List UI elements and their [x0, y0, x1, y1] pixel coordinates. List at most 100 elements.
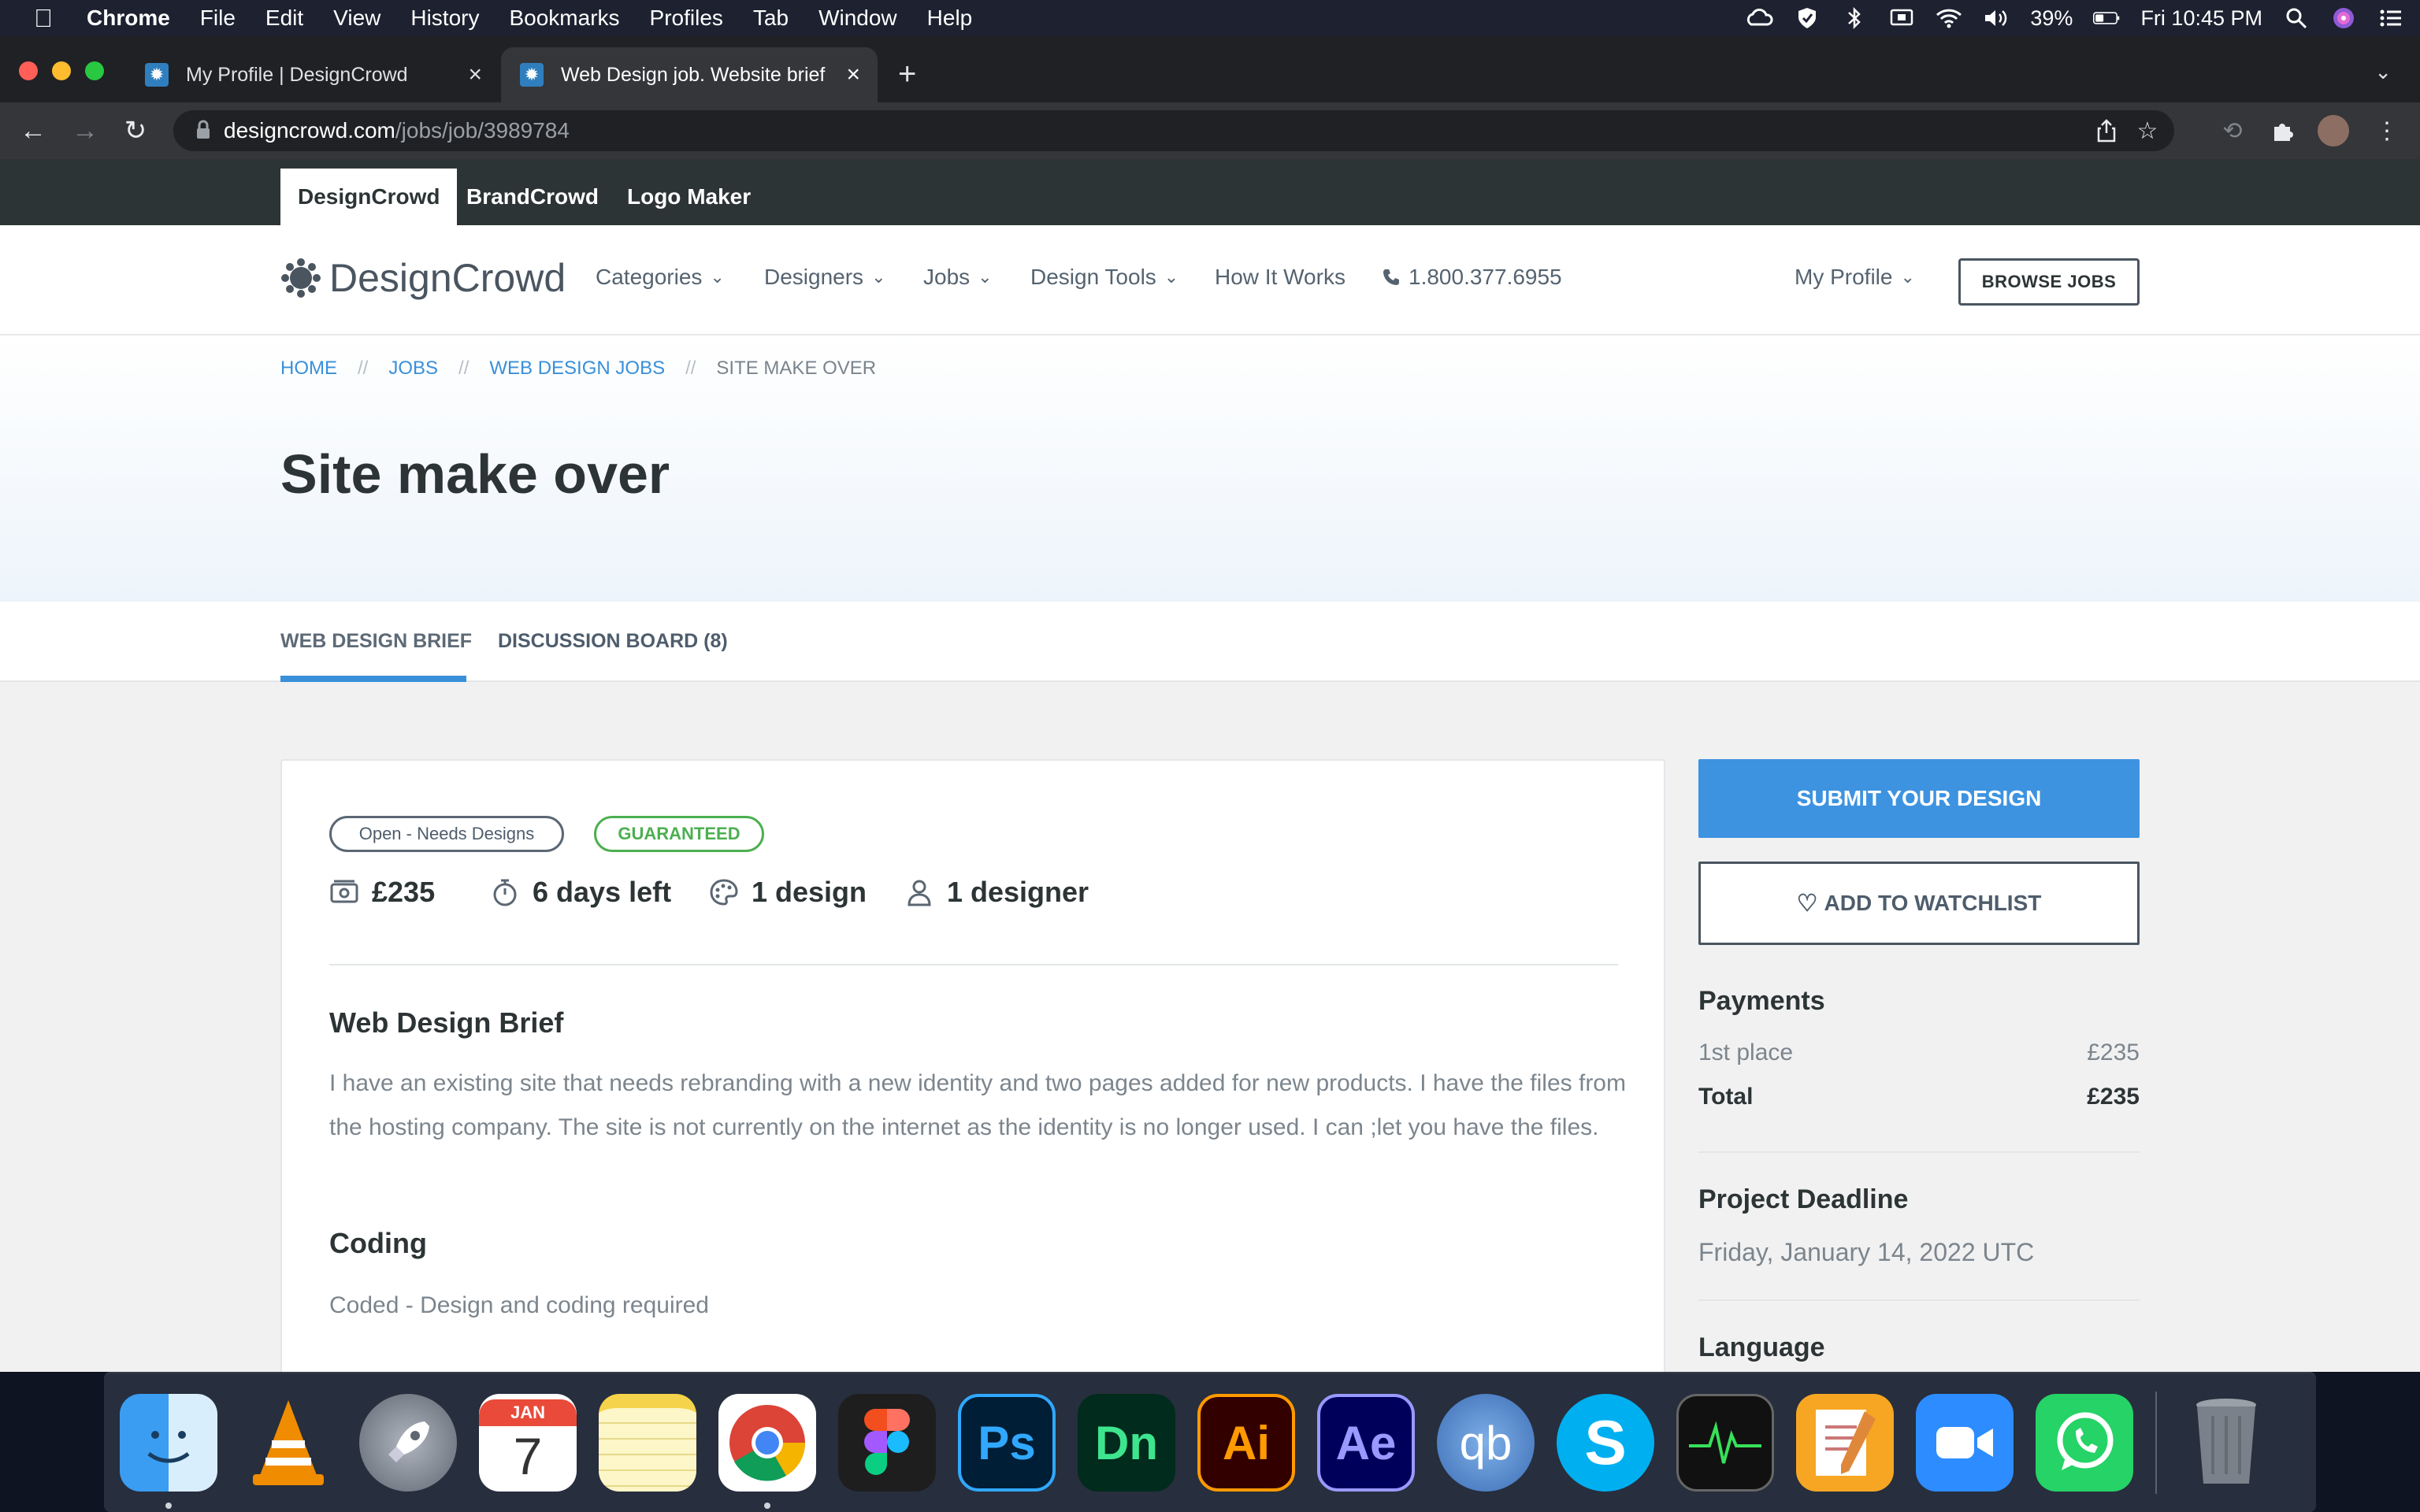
menu-tab[interactable]: Tab	[753, 6, 789, 31]
calendar-icon[interactable]: JAN 7	[479, 1394, 577, 1492]
spotlight-search-icon[interactable]	[2283, 6, 2310, 30]
designers-value: 1 designer	[947, 876, 1089, 908]
nav-design-tools[interactable]: Design Tools ⌄	[1030, 265, 1178, 290]
nav-jobs[interactable]: Jobs ⌄	[923, 265, 993, 290]
zoom-icon[interactable]	[1916, 1394, 2014, 1492]
submit-design-button[interactable]: SUBMIT YOUR DESIGN	[1698, 759, 2140, 838]
pages-icon[interactable]	[1796, 1394, 1894, 1492]
reload-icon[interactable]: ↻	[118, 113, 153, 148]
forward-arrow-icon[interactable]: →	[68, 113, 102, 148]
chrome-icon[interactable]	[718, 1394, 816, 1509]
after-effects-icon[interactable]: Ae	[1317, 1394, 1415, 1492]
bookmark-star-icon[interactable]: ☆	[2133, 117, 2162, 145]
back-arrow-icon[interactable]: ←	[16, 113, 50, 148]
menu-window[interactable]: Window	[818, 6, 897, 31]
window-zoom-button[interactable]	[85, 61, 104, 80]
menu-view[interactable]: View	[333, 6, 380, 31]
creative-cloud-icon[interactable]	[1746, 6, 1773, 30]
history-icon[interactable]: ⟲	[2215, 113, 2250, 148]
launchpad-rocket-icon[interactable]	[359, 1394, 457, 1492]
tab-close-icon[interactable]: ×	[846, 61, 860, 88]
nav-how-it-works[interactable]: How It Works	[1215, 265, 1345, 290]
designcrowd-logo[interactable]: DesignCrowd	[280, 255, 566, 301]
profile-avatar[interactable]	[2318, 115, 2349, 146]
share-icon[interactable]	[2092, 117, 2121, 145]
tab-close-icon[interactable]: ×	[468, 61, 482, 88]
payments-title: Payments	[1698, 986, 1825, 1016]
prize-stat: £235	[329, 876, 435, 909]
nav-label: How It Works	[1215, 265, 1345, 289]
dimension-icon[interactable]: Dn	[1078, 1394, 1175, 1492]
menu-profiles[interactable]: Profiles	[650, 6, 723, 31]
whatsapp-icon[interactable]	[2036, 1394, 2133, 1492]
tab-title: My Profile | DesignCrowd	[186, 63, 408, 86]
brand-tab-brandcrowd[interactable]: BrandCrowd	[449, 169, 616, 225]
chevron-down-icon: ⌄	[978, 267, 993, 287]
display-icon[interactable]	[1888, 6, 1915, 30]
menu-app-name[interactable]: Chrome	[87, 6, 170, 31]
breadcrumb-web-design-jobs[interactable]: WEB DESIGN JOBS	[489, 358, 665, 380]
nav-label: My Profile	[1795, 265, 1893, 289]
trash-icon[interactable]	[2177, 1394, 2275, 1492]
chevron-down-icon: ⌄	[871, 267, 886, 287]
tab-web-design-brief[interactable]: WEB DESIGN BRIEF	[280, 630, 472, 653]
vlc-icon[interactable]	[239, 1394, 337, 1492]
window-close-button[interactable]	[19, 61, 38, 80]
nav-my-profile[interactable]: My Profile ⌄	[1795, 265, 1915, 290]
payment-row-first-place: 1st place £235	[1698, 1040, 2140, 1066]
job-brief-card: Open - Needs Designs GUARANTEED £235 6 d…	[280, 759, 1665, 1372]
figma-icon[interactable]	[838, 1394, 936, 1492]
breadcrumb-home[interactable]: HOME	[280, 358, 337, 380]
siri-icon[interactable]	[2330, 6, 2357, 30]
lock-icon[interactable]	[195, 120, 211, 140]
tab-search-chevron-icon[interactable]: ⌄	[2374, 60, 2392, 84]
menu-edit[interactable]: Edit	[265, 6, 303, 31]
breadcrumb-jobs[interactable]: JOBS	[388, 358, 438, 380]
volume-icon[interactable]	[1983, 6, 2010, 30]
shield-check-icon[interactable]	[1794, 6, 1821, 30]
add-to-watchlist-button[interactable]: ♡ ADD TO WATCHLIST	[1698, 862, 2140, 945]
apple-menu-icon[interactable]: 	[0, 4, 87, 33]
nav-phone[interactable]: 1.800.377.6955	[1382, 265, 1562, 290]
menu-bookmarks[interactable]: Bookmarks	[509, 6, 619, 31]
activity-monitor-icon[interactable]	[1676, 1394, 1774, 1492]
menu-history[interactable]: History	[410, 6, 479, 31]
qbittorrent-icon[interactable]: qb	[1437, 1394, 1535, 1492]
battery-icon[interactable]	[2093, 6, 2120, 30]
breadcrumb: HOME // JOBS // WEB DESIGN JOBS // SITE …	[280, 358, 876, 380]
coding-text: Coded - Design and coding required	[329, 1292, 709, 1318]
skype-icon[interactable]: S	[1557, 1394, 1654, 1492]
menu-clock[interactable]: Fri 10:45 PM	[2140, 6, 2262, 31]
brand-tab-designcrowd[interactable]: DesignCrowd	[280, 169, 458, 225]
finder-icon[interactable]	[120, 1394, 217, 1509]
control-center-icon[interactable]	[2377, 6, 2404, 30]
calendar-month: JAN	[479, 1399, 577, 1426]
menu-help[interactable]: Help	[927, 6, 973, 31]
extensions-puzzle-icon[interactable]	[2266, 113, 2300, 148]
chrome-menu-kebab-icon[interactable]: ⋮	[2370, 113, 2404, 148]
wifi-icon[interactable]	[1936, 6, 1962, 30]
browser-tab-web-design-job[interactable]: ✹ Web Design job. Website brief ×	[501, 47, 878, 102]
battery-percent: 39%	[2030, 6, 2073, 30]
nav-designers[interactable]: Designers ⌄	[764, 265, 886, 290]
nav-categories[interactable]: Categories ⌄	[596, 265, 725, 290]
menu-file[interactable]: File	[200, 6, 236, 31]
deadline-title: Project Deadline	[1698, 1184, 1909, 1214]
brand-tab-logo-maker[interactable]: Logo Maker	[610, 169, 768, 225]
browser-tab-my-profile[interactable]: ✹ My Profile | DesignCrowd ×	[126, 47, 499, 102]
divider	[1698, 1151, 2140, 1153]
logo-text: DesignCrowd	[329, 256, 566, 300]
tab-discussion-board[interactable]: DISCUSSION BOARD (8)	[498, 630, 728, 653]
bluetooth-icon[interactable]	[1841, 6, 1868, 30]
new-tab-plus-icon[interactable]: +	[898, 58, 916, 90]
brand-switcher-bar: DesignCrowd BrandCrowd Logo Maker	[0, 159, 2420, 225]
illustrator-icon[interactable]: Ai	[1197, 1394, 1295, 1492]
browse-jobs-button[interactable]: BROWSE JOBS	[1958, 258, 2140, 306]
photoshop-icon[interactable]: Ps	[958, 1394, 1056, 1492]
designs-stat: 1 design	[709, 876, 867, 909]
payment-row-total: Total £235	[1698, 1084, 2140, 1110]
window-minimize-button[interactable]	[52, 61, 71, 80]
notes-icon[interactable]	[599, 1394, 696, 1492]
address-bar[interactable]: designcrowd.com/jobs/job/3989784 ☆	[173, 110, 2174, 151]
prize-value: £235	[372, 876, 436, 908]
